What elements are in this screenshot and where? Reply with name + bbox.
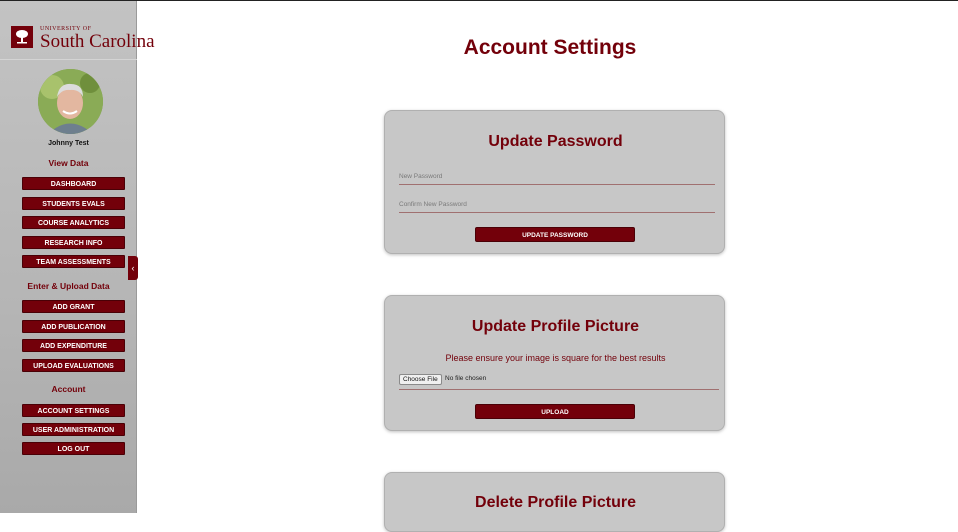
delete-profile-picture-card: Delete Profile Picture xyxy=(384,472,725,532)
university-logo[interactable]: UNIVERSITY OF South Carolina xyxy=(8,13,155,53)
account-heading: Account xyxy=(51,384,86,394)
confirm-password-field[interactable] xyxy=(399,197,715,213)
nav-account-settings-button[interactable]: ACCOUNT SETTINGS xyxy=(22,404,125,417)
upload-data-heading: Enter & Upload Data xyxy=(27,281,110,291)
sidebar: UNIVERSITY OF South Carolina Johnny Test… xyxy=(0,1,155,513)
nav-team-assessments-button[interactable]: TEAM ASSESSMENTS xyxy=(22,255,125,268)
file-input-row: Choose File No file chosen xyxy=(399,374,719,390)
tree-seal-icon xyxy=(11,26,33,48)
nav-log-out-button[interactable]: LOG OUT xyxy=(22,442,125,455)
nav-upload-evaluations-button[interactable]: UPLOAD EVALUATIONS xyxy=(22,359,125,372)
page-title: Account Settings xyxy=(463,36,637,59)
top-border xyxy=(0,0,958,1)
nav-course-analytics-button[interactable]: COURSE ANALYTICS xyxy=(22,216,125,229)
nav-add-publication-button[interactable]: ADD PUBLICATION xyxy=(22,320,125,333)
update-password-card: Update Password UPDATE PASSWORD xyxy=(384,110,725,254)
nav-dashboard-button[interactable]: DASHBOARD xyxy=(22,177,125,190)
nav-user-administration-button[interactable]: USER ADMINISTRATION xyxy=(22,423,125,436)
update-profile-picture-card: Update Profile Picture Please ensure you… xyxy=(384,295,725,431)
new-password-field[interactable] xyxy=(399,169,715,185)
update-password-title: Update Password xyxy=(488,133,623,150)
file-status: No file chosen xyxy=(445,375,487,382)
update-picture-title: Update Profile Picture xyxy=(471,318,640,335)
upload-button[interactable]: UPLOAD xyxy=(475,404,635,419)
square-image-note: Please ensure your image is square for t… xyxy=(445,353,666,363)
logo-name: South Carolina xyxy=(40,31,155,52)
nav-add-expenditure-button[interactable]: ADD EXPENDITURE xyxy=(22,339,125,352)
choose-file-button[interactable]: Choose File xyxy=(399,374,442,385)
sidebar-collapse-icon[interactable]: ‹ xyxy=(128,256,138,280)
logo-divider xyxy=(0,59,137,60)
delete-picture-title: Delete Profile Picture xyxy=(475,494,636,511)
nav-add-grant-button[interactable]: ADD GRANT xyxy=(22,300,125,313)
nav-students-evals-button[interactable]: STUDENTS EVALS xyxy=(22,197,125,210)
avatar xyxy=(38,69,103,134)
update-password-button[interactable]: UPDATE PASSWORD xyxy=(475,227,635,242)
user-name: Johnny Test xyxy=(48,140,89,147)
nav-research-info-button[interactable]: RESEARCH INFO xyxy=(22,236,125,249)
view-data-heading: View Data xyxy=(48,158,89,168)
